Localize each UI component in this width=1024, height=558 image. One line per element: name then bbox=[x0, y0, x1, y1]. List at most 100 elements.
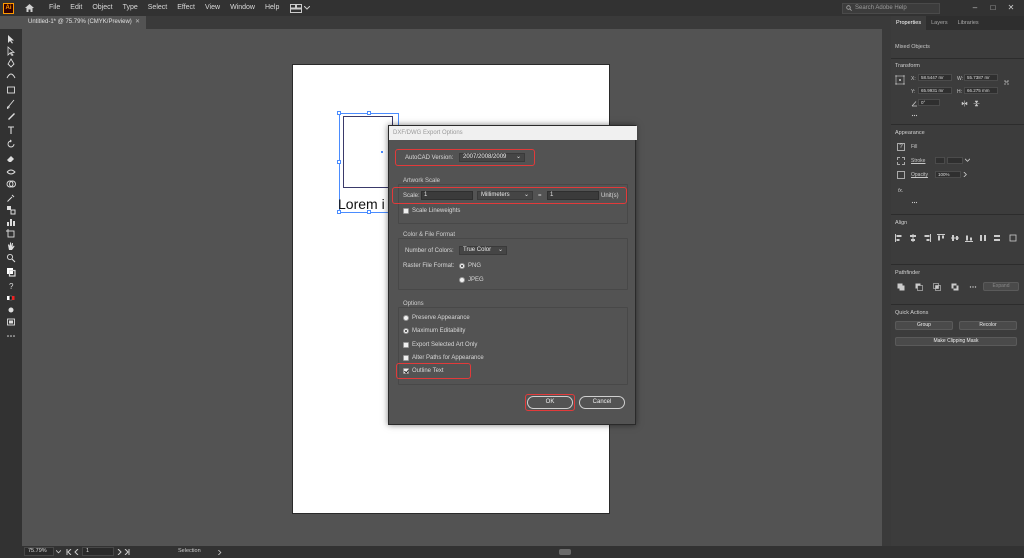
jpeg-radio[interactable] bbox=[459, 277, 465, 283]
chevron-right-icon[interactable] bbox=[963, 172, 968, 177]
workspace-switcher-icon[interactable] bbox=[290, 3, 312, 13]
direct-selection-tool-icon[interactable] bbox=[5, 46, 17, 56]
tab-properties[interactable]: Properties bbox=[891, 16, 927, 30]
pathfinder-more-icon[interactable] bbox=[969, 283, 977, 291]
scale-lineweights-checkbox[interactable] bbox=[403, 208, 409, 214]
height-field[interactable]: 66.275 mm bbox=[964, 87, 998, 94]
align-top-icon[interactable] bbox=[937, 234, 945, 242]
opacity-icon[interactable] bbox=[897, 171, 905, 179]
num-colors-select[interactable]: True Color ⌄ bbox=[459, 246, 507, 255]
distribute-horizontal-icon[interactable] bbox=[979, 234, 987, 242]
hand-tool-icon[interactable] bbox=[5, 241, 17, 251]
x-position-field[interactable]: 58.5447 mr bbox=[918, 74, 952, 81]
group-button[interactable]: Group bbox=[895, 321, 953, 330]
minimize-icon[interactable]: – bbox=[970, 3, 980, 13]
close-tab-icon[interactable]: ✕ bbox=[135, 16, 140, 29]
maximize-icon[interactable]: □ bbox=[988, 3, 998, 13]
last-artboard-icon[interactable] bbox=[124, 549, 130, 555]
cancel-button[interactable]: Cancel bbox=[579, 396, 625, 409]
constrain-proportions-icon[interactable] bbox=[1003, 79, 1010, 86]
previous-artboard-icon[interactable] bbox=[74, 549, 80, 555]
more-tools-icon[interactable] bbox=[5, 331, 17, 341]
alter-paths-checkbox[interactable] bbox=[403, 355, 409, 361]
align-right-icon[interactable] bbox=[923, 234, 931, 242]
recolor-button[interactable]: Recolor bbox=[959, 321, 1017, 330]
blend-tool-icon[interactable] bbox=[5, 205, 17, 215]
eraser-tool-icon[interactable] bbox=[5, 153, 17, 163]
next-artboard-icon[interactable] bbox=[116, 549, 122, 555]
distribute-vertical-icon[interactable] bbox=[993, 234, 1001, 242]
align-to-icon[interactable] bbox=[1009, 234, 1017, 242]
menu-view[interactable]: View bbox=[200, 0, 225, 16]
pencil-tool-icon[interactable] bbox=[5, 111, 17, 121]
zoom-tool-icon[interactable] bbox=[5, 253, 17, 263]
minus-front-icon[interactable] bbox=[915, 283, 923, 291]
resize-handle-top-left[interactable] bbox=[337, 111, 341, 115]
rotate-field[interactable]: 0° bbox=[918, 99, 940, 106]
zoom-level-field[interactable]: 75.79% bbox=[24, 547, 54, 556]
tab-layers[interactable]: Layers bbox=[926, 16, 953, 30]
eyedropper-tool-icon[interactable] bbox=[5, 193, 17, 203]
maximum-editability-radio[interactable] bbox=[403, 328, 409, 334]
canvas-text-object[interactable]: Lorem i bbox=[338, 196, 385, 212]
status-menu-icon[interactable] bbox=[218, 550, 222, 555]
png-radio[interactable] bbox=[459, 263, 465, 269]
menu-file[interactable]: File bbox=[44, 0, 65, 16]
width-tool-icon[interactable] bbox=[5, 167, 17, 177]
home-icon[interactable] bbox=[22, 2, 36, 14]
expand-button[interactable]: Expand bbox=[983, 282, 1019, 291]
flip-vertical-icon[interactable] bbox=[973, 100, 980, 107]
stroke-weight-field[interactable] bbox=[947, 157, 963, 164]
resize-handle-top-center[interactable] bbox=[367, 111, 371, 115]
menu-object[interactable]: Object bbox=[87, 0, 117, 16]
chevron-down-icon[interactable] bbox=[965, 158, 970, 163]
close-icon[interactable]: ✕ bbox=[1006, 3, 1016, 13]
first-artboard-icon[interactable] bbox=[66, 549, 72, 555]
selection-tool-icon[interactable] bbox=[5, 34, 17, 44]
opacity-field[interactable]: 100% bbox=[935, 171, 961, 178]
document-tab[interactable]: Untitled-1* @ 75.79% (CMYK/Preview) ✕ bbox=[22, 16, 146, 29]
more-options-icon[interactable] bbox=[911, 112, 918, 119]
rectangle-tool-icon[interactable] bbox=[5, 85, 17, 95]
artboard-number-field[interactable]: 1 bbox=[82, 547, 114, 556]
width-field[interactable]: 55.7387 mr bbox=[964, 74, 998, 81]
tab-libraries[interactable]: Libraries bbox=[953, 16, 984, 30]
align-left-icon[interactable] bbox=[895, 234, 903, 242]
menu-select[interactable]: Select bbox=[143, 0, 172, 16]
intersect-icon[interactable] bbox=[933, 283, 941, 291]
help-search-input[interactable]: Search Adobe Help bbox=[842, 2, 940, 14]
screen-mode-icon[interactable] bbox=[5, 317, 17, 327]
pen-tool-icon[interactable] bbox=[5, 58, 17, 68]
preserve-appearance-radio[interactable] bbox=[403, 315, 409, 321]
artboard-tool-icon[interactable] bbox=[5, 229, 17, 239]
make-clipping-mask-button[interactable]: Make Clipping Mask bbox=[895, 337, 1017, 346]
y-position-field[interactable]: 65.9931 mr bbox=[918, 87, 952, 94]
menu-window[interactable]: Window bbox=[225, 0, 260, 16]
horizontal-scrollbar-thumb[interactable] bbox=[559, 549, 571, 555]
exclude-icon[interactable] bbox=[951, 283, 959, 291]
align-vertical-center-icon[interactable] bbox=[951, 234, 959, 242]
rotate-tool-icon[interactable] bbox=[5, 139, 17, 149]
curvature-tool-icon[interactable] bbox=[5, 70, 17, 80]
unite-icon[interactable] bbox=[897, 283, 905, 291]
stroke-label[interactable]: Stroke bbox=[911, 158, 925, 164]
stroke-weight-stepper[interactable] bbox=[935, 157, 945, 164]
menu-effect[interactable]: Effect bbox=[172, 0, 200, 16]
rectangle-shape[interactable] bbox=[343, 116, 393, 188]
graph-tool-icon[interactable] bbox=[5, 217, 17, 227]
reference-point-icon[interactable] bbox=[895, 75, 905, 85]
stroke-swatch-icon[interactable] bbox=[897, 157, 905, 165]
align-bottom-icon[interactable] bbox=[965, 234, 973, 242]
appearance-more-icon[interactable] bbox=[911, 199, 918, 206]
color-mode-icon[interactable] bbox=[5, 293, 17, 303]
opacity-label[interactable]: Opacity bbox=[911, 172, 928, 178]
fx-effects-button[interactable]: fx. bbox=[898, 188, 903, 194]
resize-handle-middle-left[interactable] bbox=[337, 160, 341, 164]
fill-stroke-swatch-icon[interactable] bbox=[5, 267, 17, 277]
drawing-mode-icon[interactable] bbox=[5, 305, 17, 315]
help-question-icon[interactable]: ? bbox=[5, 281, 17, 291]
paintbrush-tool-icon[interactable] bbox=[5, 99, 17, 109]
type-tool-icon[interactable] bbox=[5, 125, 17, 135]
export-selected-checkbox[interactable] bbox=[403, 342, 409, 348]
zoom-dropdown-icon[interactable] bbox=[56, 550, 61, 554]
